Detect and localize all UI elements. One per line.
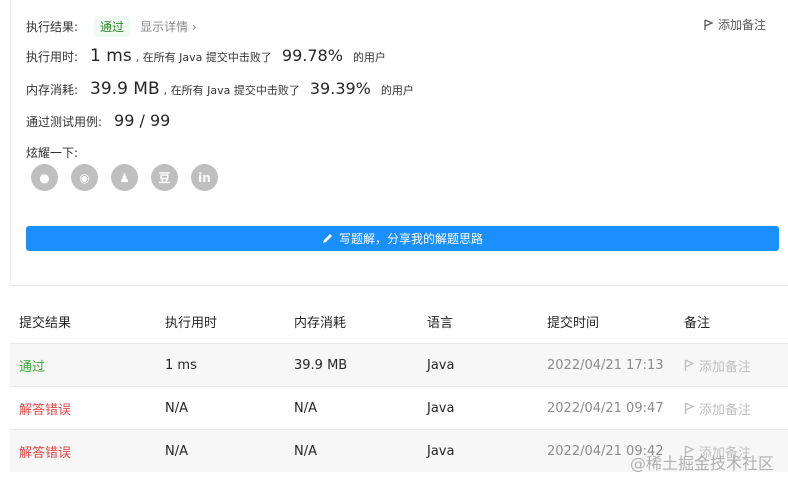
row-memory: 39.9 MB (294, 357, 348, 373)
header-note: 备注 (684, 316, 711, 331)
share-row: 炫耀一下: (26, 144, 78, 161)
table-row[interactable]: 解答错误 N/A N/A Java 2022/04/21 09:47 添加备注 (10, 386, 788, 429)
row-runtime: N/A (165, 443, 188, 459)
weibo-icon[interactable]: ◉ (71, 164, 98, 191)
runtime-label: 执行用时: (26, 50, 79, 64)
table-row[interactable]: 通过 1 ms 39.9 MB Java 2022/04/21 17:13 添加… (10, 343, 788, 386)
result-label: 执行结果: (26, 20, 79, 34)
table-header: 提交结果 执行用时 内存消耗 语言 提交时间 备注 (10, 300, 788, 343)
runtime-value: 1 ms (90, 46, 132, 66)
header-submitted: 提交时间 (547, 316, 600, 331)
runtime-percentile: 99.78% (281, 46, 343, 65)
memory-percentile: 39.39% (309, 79, 371, 98)
status-badge: 通过 (94, 16, 131, 37)
tests-label: 通过测试用例: (26, 115, 103, 129)
flag-icon (684, 358, 695, 372)
result-row: 执行结果: 通过 显示详情 › (26, 16, 197, 37)
memory-row: 内存消耗: 39.9 MB , 在所有 Java 提交中击败了 39.39% 的… (26, 79, 414, 99)
tests-row: 通过测试用例: 99 / 99 (26, 111, 170, 130)
add-note-label: 添加备注 (717, 18, 766, 32)
share-icons: ● ◉ ♟ 豆 in (31, 164, 218, 191)
row-language: Java (427, 443, 455, 459)
row-runtime: N/A (165, 400, 188, 416)
add-note-button[interactable]: 添加备注 (704, 16, 766, 33)
runtime-row: 执行用时: 1 ms , 在所有 Java 提交中击败了 99.78% 的用户 (26, 46, 386, 66)
header-memory: 内存消耗 (294, 316, 347, 331)
tests-value: 99 / 99 (114, 111, 171, 130)
write-solution-button[interactable]: 写题解，分享我的解题思路 (26, 226, 779, 251)
row-language: Java (427, 400, 455, 416)
runtime-suffix: 的用户 (352, 51, 386, 64)
flag-icon (684, 401, 695, 415)
flag-icon (704, 18, 714, 31)
pencil-icon (322, 233, 333, 244)
share-label: 炫耀一下: (26, 146, 79, 160)
row-language: Java (427, 357, 455, 373)
row-runtime: 1 ms (165, 357, 197, 373)
row-result[interactable]: 解答错误 (10, 399, 165, 418)
header-language: 语言 (427, 316, 454, 331)
row-add-note-button[interactable]: 添加备注 (684, 356, 788, 375)
row-result[interactable]: 解答错误 (10, 442, 165, 461)
row-note-label: 添加备注 (699, 359, 752, 375)
submission-result-card: 执行结果: 通过 显示详情 › 添加备注 执行用时: 1 ms , 在所有 Ja… (10, 0, 788, 286)
memory-text: , 在所有 Java 提交中击败了 (163, 84, 300, 97)
row-submitted: 2022/04/21 09:47 (547, 400, 664, 416)
memory-label: 内存消耗: (26, 83, 79, 97)
runtime-text: , 在所有 Java 提交中击败了 (135, 51, 272, 64)
linkedin-icon[interactable]: in (191, 164, 218, 191)
show-details-link[interactable]: 显示详情 › (140, 18, 197, 35)
wechat-icon[interactable]: ● (31, 164, 58, 191)
row-submitted: 2022/04/21 17:13 (547, 357, 664, 373)
write-solution-label: 写题解，分享我的解题思路 (338, 232, 483, 246)
row-result[interactable]: 通过 (10, 356, 165, 375)
memory-value: 39.9 MB (90, 79, 160, 99)
row-memory: N/A (294, 400, 317, 416)
douban-icon[interactable]: 豆 (151, 164, 178, 191)
qq-icon[interactable]: ♟ (111, 164, 138, 191)
row-note-label: 添加备注 (699, 402, 752, 418)
header-runtime: 执行用时 (165, 316, 218, 331)
watermark: @稀土掘金技术社区 (629, 454, 774, 473)
memory-suffix: 的用户 (380, 84, 414, 97)
header-result: 提交结果 (19, 316, 72, 331)
row-memory: N/A (294, 443, 317, 459)
row-add-note-button[interactable]: 添加备注 (684, 399, 788, 418)
submissions-table: 提交结果 执行用时 内存消耗 语言 提交时间 备注 通过 1 ms 39.9 M… (10, 300, 788, 472)
